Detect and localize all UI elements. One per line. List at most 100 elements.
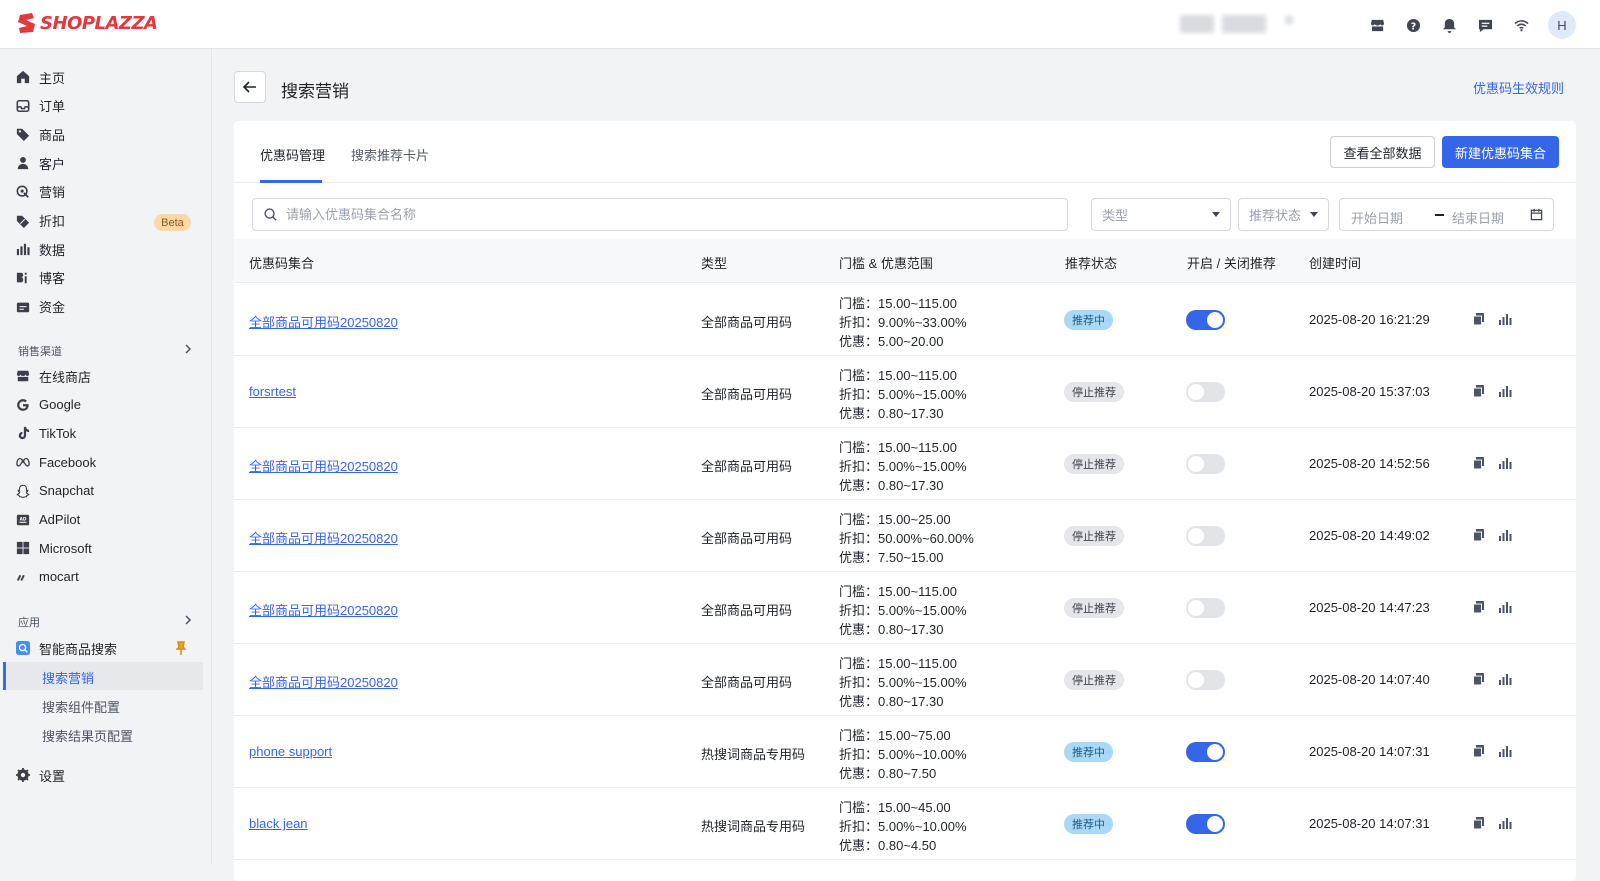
end-date-input[interactable]: 结束日期 <box>1452 208 1504 227</box>
sidebar-item-main-4[interactable]: 营销 <box>16 181 65 203</box>
sidebar-item-channel-0[interactable]: 在线商店 <box>16 365 91 387</box>
table-row: 全部商品可用码20250820 全部商品可用码 门槛：15.00~115.00 折扣：… <box>234 572 1576 644</box>
avatar[interactable]: H <box>1548 11 1576 39</box>
status-filter-select[interactable]: 推荐状态 <box>1238 198 1329 231</box>
tag-icon <box>16 127 30 142</box>
coupon-collection-link[interactable]: 全部商品可用码20250820 <box>249 672 398 691</box>
sidebar-item-main-5[interactable]: 折扣 <box>16 210 65 232</box>
recommend-toggle[interactable] <box>1186 310 1225 330</box>
stats-icon[interactable] <box>1498 744 1512 758</box>
threshold-range: 门槛：15.00~115.00 折扣：5.00%~15.00% 优惠：0.80~17… <box>839 438 967 495</box>
sidebar-item-main-3[interactable]: 客户 <box>16 152 65 174</box>
stats-icon[interactable] <box>1498 312 1512 326</box>
sidebar-subitem-results-page-config[interactable]: 搜索结果页配置 <box>42 726 133 745</box>
offer-value: 优惠：0.80~7.50 <box>839 766 937 781</box>
threshold-range: 门槛：15.00~115.00 折扣：5.00%~15.00% 优惠：0.80~17… <box>839 366 967 423</box>
shoplazza-logo-icon <box>18 13 35 33</box>
caret-down-icon <box>1212 212 1220 217</box>
stats-icon[interactable] <box>1498 672 1512 686</box>
column-header: 推荐状态 <box>1065 256 1118 271</box>
sidebar-item-main-8[interactable]: 资金 <box>16 296 65 318</box>
sidebar-item-main-7[interactable]: 博客 <box>16 267 65 289</box>
table-row: 全部商品可用码20250820 全部商品可用码 门槛：15.00~115.00 折扣：… <box>234 284 1576 356</box>
sidebar-item-channel-6[interactable]: Microsoft <box>16 537 92 559</box>
help-icon[interactable]: ? <box>1404 16 1422 34</box>
new-coupon-collection-button[interactable]: 新建优惠码集合 <box>1442 136 1559 168</box>
sidebar-item-main-1[interactable]: 订单 <box>16 95 65 117</box>
recommend-toggle[interactable] <box>1186 454 1225 474</box>
store-icon <box>16 369 30 383</box>
recommend-toggle[interactable] <box>1186 670 1225 690</box>
recommend-toggle[interactable] <box>1186 382 1225 402</box>
threshold-value: 门槛：15.00~75.00 <box>839 728 951 743</box>
wifi-icon[interactable] <box>1512 16 1530 34</box>
store-icon[interactable] <box>1368 16 1386 34</box>
sidebar-item-channel-4[interactable]: Snapchat <box>16 480 94 502</box>
active-item-highlight <box>3 662 203 690</box>
copy-icon[interactable] <box>1472 672 1486 686</box>
sidebar-item-main-2[interactable]: 商品 <box>16 123 65 145</box>
recommend-toggle[interactable] <box>1186 598 1225 618</box>
sidebar-item-channel-2[interactable]: TikTok <box>16 422 76 444</box>
sidebar-subitem-widget-config[interactable]: 搜索组件配置 <box>42 697 120 716</box>
coupon-collection-link[interactable]: phone support <box>249 744 332 759</box>
recommend-toggle[interactable] <box>1186 526 1225 546</box>
chevron-right-icon[interactable] <box>184 343 192 355</box>
pin-icon[interactable] <box>176 641 186 655</box>
sidebar-item-channel-7[interactable]: mocart <box>16 566 79 588</box>
coupon-collection-link[interactable]: 全部商品可用码20250820 <box>249 456 398 475</box>
coupon-rules-link[interactable]: 优惠码生效规则 <box>1473 78 1564 97</box>
sidebar-item-main-0[interactable]: 主页 <box>16 66 65 88</box>
recommend-toggle[interactable] <box>1186 742 1225 762</box>
copy-icon[interactable] <box>1472 744 1486 758</box>
threshold-value: 门槛：15.00~115.00 <box>839 368 957 383</box>
start-date-input[interactable]: 开始日期 <box>1351 208 1403 227</box>
sidebar-item-smart-search[interactable]: 智能商品搜索 <box>16 637 117 659</box>
tab-search-cards[interactable]: 搜索推荐卡片 <box>351 145 429 164</box>
copy-icon[interactable] <box>1472 456 1486 470</box>
table-row: 全部商品可用码20250820 全部商品可用码 门槛：15.00~25.00 折扣：5… <box>234 500 1576 572</box>
sidebar-subitem-search-marketing[interactable]: 搜索营销 <box>42 668 94 687</box>
stats-icon[interactable] <box>1498 600 1512 614</box>
page-title: 搜索营销 <box>281 82 349 101</box>
search-input[interactable] <box>286 207 1046 222</box>
message-icon[interactable] <box>1476 16 1494 34</box>
stats-icon[interactable] <box>1498 384 1512 398</box>
sidebar-item-label: 在线商店 <box>39 369 92 385</box>
tiktok-icon <box>16 426 30 440</box>
coupon-collection-link[interactable]: 全部商品可用码20250820 <box>249 312 398 331</box>
copy-icon[interactable] <box>1472 816 1486 830</box>
type-filter-select[interactable]: 类型 <box>1091 198 1231 231</box>
gear-icon <box>16 768 30 782</box>
threshold-value: 门槛：15.00~115.00 <box>839 440 957 455</box>
sidebar-item-channel-1[interactable]: Google <box>16 394 81 416</box>
view-all-data-button[interactable]: 查看全部数据 <box>1330 136 1435 168</box>
date-range-picker[interactable]: 开始日期 结束日期 <box>1339 198 1554 231</box>
back-button[interactable] <box>234 71 266 103</box>
shoplazza-logo[interactable]: SHOPLAZZA <box>17 12 158 34</box>
coupon-collection-link[interactable]: black jean <box>249 816 308 831</box>
copy-icon[interactable] <box>1472 600 1486 614</box>
coupon-collection-link[interactable]: forsrtest <box>249 384 296 399</box>
table-header: 优惠码集合 类型 门槛 & 优惠范围 推荐状态 开启 / 关闭推荐 创建时间 <box>234 239 1576 283</box>
chevron-right-icon[interactable] <box>184 614 192 626</box>
sidebar-item-main-6[interactable]: 数据 <box>16 238 65 260</box>
stats-icon[interactable] <box>1498 528 1512 542</box>
bell-icon[interactable] <box>1440 16 1458 34</box>
sidebar-item-channel-3[interactable]: Facebook <box>16 451 96 473</box>
tab-coupon-management[interactable]: 优惠码管理 <box>260 145 325 164</box>
stats-icon[interactable] <box>1498 816 1512 830</box>
threshold-range: 门槛：15.00~115.00 折扣：5.00%~15.00% 优惠：0.80~17… <box>839 582 967 639</box>
toggle-knob <box>1188 672 1204 688</box>
threshold-value: 门槛：15.00~115.00 <box>839 584 957 599</box>
coupon-collection-link[interactable]: 全部商品可用码20250820 <box>249 600 398 619</box>
column-header: 优惠码集合 <box>249 256 315 271</box>
copy-icon[interactable] <box>1472 312 1486 326</box>
copy-icon[interactable] <box>1472 384 1486 398</box>
sidebar-item-channel-5[interactable]: AD AdPilot <box>16 509 80 531</box>
recommend-toggle[interactable] <box>1186 814 1225 834</box>
coupon-collection-link[interactable]: 全部商品可用码20250820 <box>249 528 398 547</box>
stats-icon[interactable] <box>1498 456 1512 470</box>
sidebar-item-settings[interactable]: 设置 <box>16 764 65 786</box>
copy-icon[interactable] <box>1472 528 1486 542</box>
